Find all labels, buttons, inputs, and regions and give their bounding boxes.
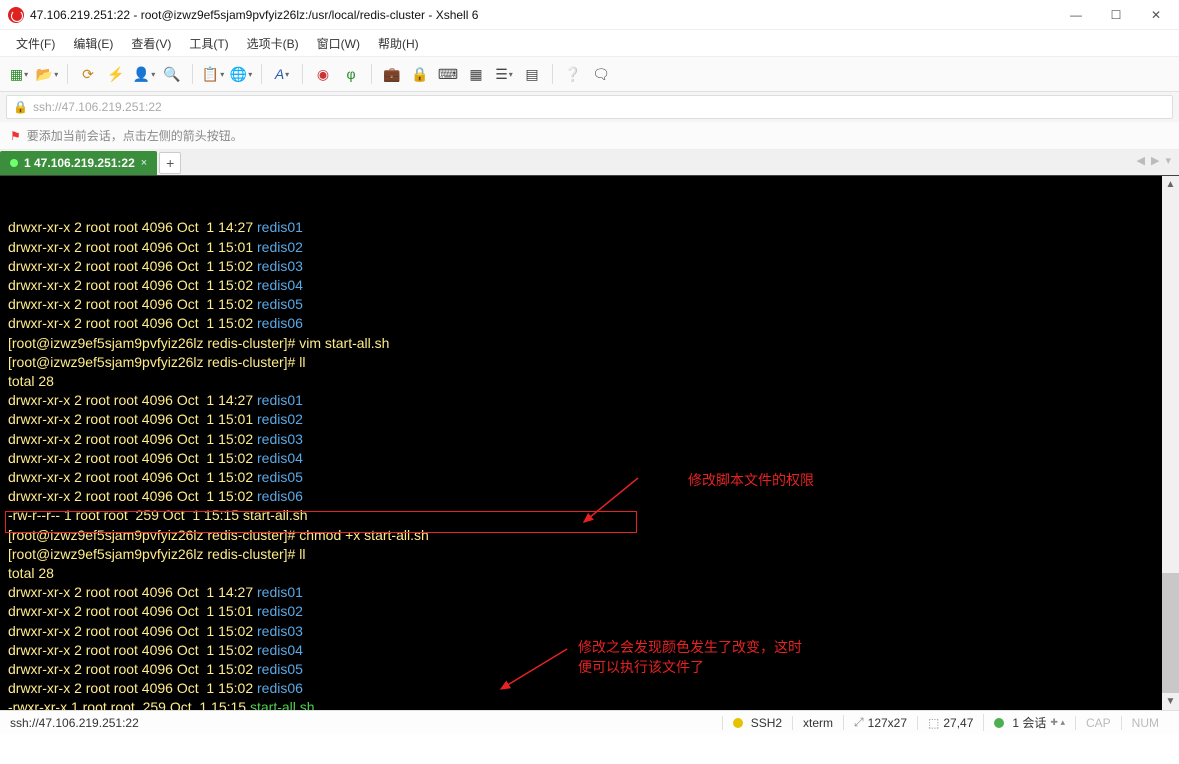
flag-icon: ⚑ (10, 129, 21, 143)
menu-file[interactable]: 文件(F) (16, 35, 55, 52)
search-icon[interactable]: 🔍 (161, 63, 183, 85)
status-host: ssh://47.106.219.251:22 (10, 716, 139, 730)
new-session-icon[interactable]: ▦ (8, 63, 30, 85)
scroll-thumb[interactable] (1162, 573, 1179, 693)
terminal[interactable]: drwxr-xr-x 2 root root 4096 Oct 1 14:27 … (0, 176, 1179, 710)
status-caps: CAP (1075, 716, 1121, 730)
status-ssh: SSH2 (722, 716, 792, 730)
profile-icon[interactable]: 👤 (133, 63, 155, 85)
speech-icon[interactable]: 🗨 (590, 63, 612, 85)
menu-bar: 文件(F) 编辑(E) 查看(V) 工具(T) 选项卡(B) 窗口(W) 帮助(… (0, 30, 1179, 56)
scrollbar[interactable]: ▲ ▼ (1162, 176, 1179, 710)
maximize-button[interactable]: ☐ (1109, 8, 1123, 22)
minimize-button[interactable]: — (1069, 8, 1083, 22)
copy-icon[interactable]: 📋 (202, 63, 224, 85)
tab-next-icon[interactable]: ▶ (1151, 154, 1159, 167)
disconnect-icon[interactable]: ⚡ (105, 63, 127, 85)
keyboard-icon[interactable]: ⌨ (437, 63, 459, 85)
scroll-down-icon[interactable]: ▼ (1162, 693, 1179, 710)
hint-bar: ⚑ 要添加当前会话，点击左侧的箭头按钮。 (0, 122, 1179, 150)
menu-tools[interactable]: 工具(T) (189, 35, 228, 52)
status-num: NUM (1121, 716, 1169, 730)
scroll-up-icon[interactable]: ▲ (1162, 176, 1179, 193)
status-bar: ssh://47.106.219.251:22 SSH2 xterm ⤢127x… (0, 710, 1179, 734)
panel-icon[interactable]: ▤ (521, 63, 543, 85)
font-icon[interactable]: A (271, 63, 293, 85)
link-icon[interactable]: φ (340, 63, 362, 85)
session-tab[interactable]: 1 47.106.219.251:22 × (0, 151, 157, 175)
hint-text: 要添加当前会话，点击左侧的箭头按钮。 (27, 127, 243, 144)
tab-strip: 1 47.106.219.251:22 × + ◀ ▶ ▾ (0, 150, 1179, 176)
tab-prev-icon[interactable]: ◀ (1137, 154, 1145, 167)
address-text: ssh://47.106.219.251:22 (33, 100, 162, 114)
headers-icon[interactable]: ☰ (493, 63, 515, 85)
tab-nav: ◀ ▶ ▾ (1137, 154, 1171, 167)
window-controls: — ☐ ✕ (1069, 8, 1163, 22)
open-folder-icon[interactable]: 📂 (36, 63, 58, 85)
menu-edit[interactable]: 编辑(E) (73, 35, 113, 52)
title-bar: 47.106.219.251:22 - root@izwz9ef5sjam9pv… (0, 0, 1179, 30)
grid-icon[interactable]: ▦ (465, 63, 487, 85)
tab-label: 1 47.106.219.251:22 (24, 156, 135, 170)
globe-icon[interactable]: 🌐 (230, 63, 252, 85)
address-bar: 🔒 ssh://47.106.219.251:22 (0, 92, 1179, 122)
tab-menu-icon[interactable]: ▾ (1165, 154, 1171, 167)
reconnect-icon[interactable]: ⟳ (77, 63, 99, 85)
status-term: xterm (792, 716, 843, 730)
menu-window[interactable]: 窗口(W) (317, 35, 360, 52)
app-icon (8, 7, 24, 23)
help-icon[interactable]: ❔ (562, 63, 584, 85)
status-pos: ⬚27,47 (917, 716, 983, 730)
address-input[interactable]: 🔒 ssh://47.106.219.251:22 (6, 95, 1173, 119)
menu-view[interactable]: 查看(V) (131, 35, 171, 52)
add-tab-button[interactable]: + (159, 152, 181, 174)
lock-icon[interactable]: 🔒 (409, 63, 431, 85)
toolbar: ▦ 📂 ⟳ ⚡ 👤 🔍 📋 🌐 A ◉ φ 💼 🔒 ⌨ ▦ ☰ ▤ ❔ 🗨 (0, 56, 1179, 92)
window-title: 47.106.219.251:22 - root@izwz9ef5sjam9pv… (30, 8, 1069, 22)
status-sessions: 1 会话 ✚ ▴ (983, 714, 1075, 731)
close-button[interactable]: ✕ (1149, 8, 1163, 22)
status-dot-icon (10, 159, 18, 167)
menu-tabs[interactable]: 选项卡(B) (247, 35, 299, 52)
padlock-icon: 🔒 (13, 100, 28, 114)
briefcase-icon[interactable]: 💼 (381, 63, 403, 85)
shell-icon[interactable]: ◉ (312, 63, 334, 85)
tab-close-icon[interactable]: × (141, 157, 147, 169)
menu-help[interactable]: 帮助(H) (378, 35, 419, 52)
status-dim: ⤢127x27 (843, 715, 917, 730)
